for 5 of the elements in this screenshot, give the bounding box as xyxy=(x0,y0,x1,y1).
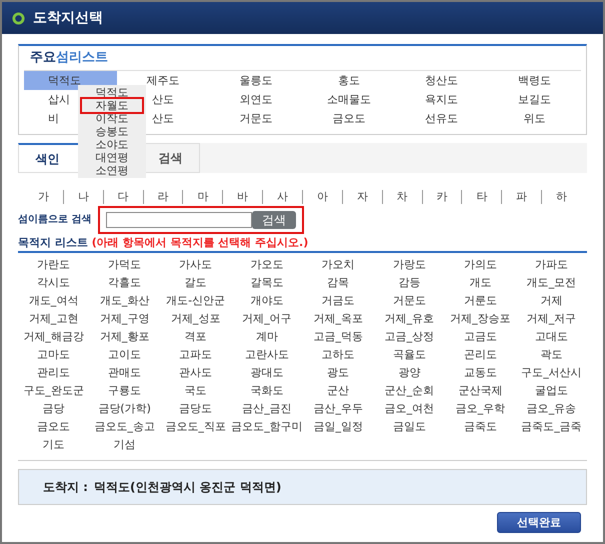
arrival-value: 덕적도(인천광역시 옹진군 덕적면) xyxy=(94,480,282,494)
window-title: 도착지선택 xyxy=(33,10,103,26)
search-label: 섬이름으로 검색 xyxy=(18,214,92,226)
list-heading: 목적지 리스트 (아래 항목에서 목적지를 선택해 주십시오.) xyxy=(18,236,587,254)
arrival-label: 도착지 : xyxy=(43,480,88,494)
